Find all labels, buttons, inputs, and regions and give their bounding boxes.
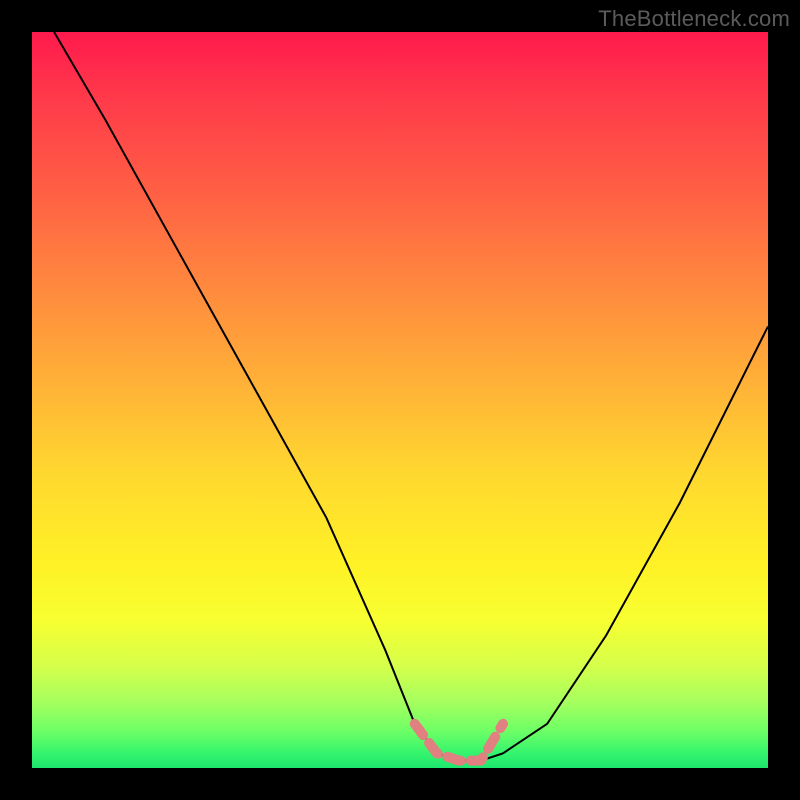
highlight-segment: [415, 724, 503, 761]
plot-area: [32, 32, 768, 768]
chart-frame: TheBottleneck.com: [0, 0, 800, 800]
watermark-text: TheBottleneck.com: [598, 6, 790, 32]
curve-layer: [32, 32, 768, 768]
bottleneck-curve: [54, 32, 768, 761]
